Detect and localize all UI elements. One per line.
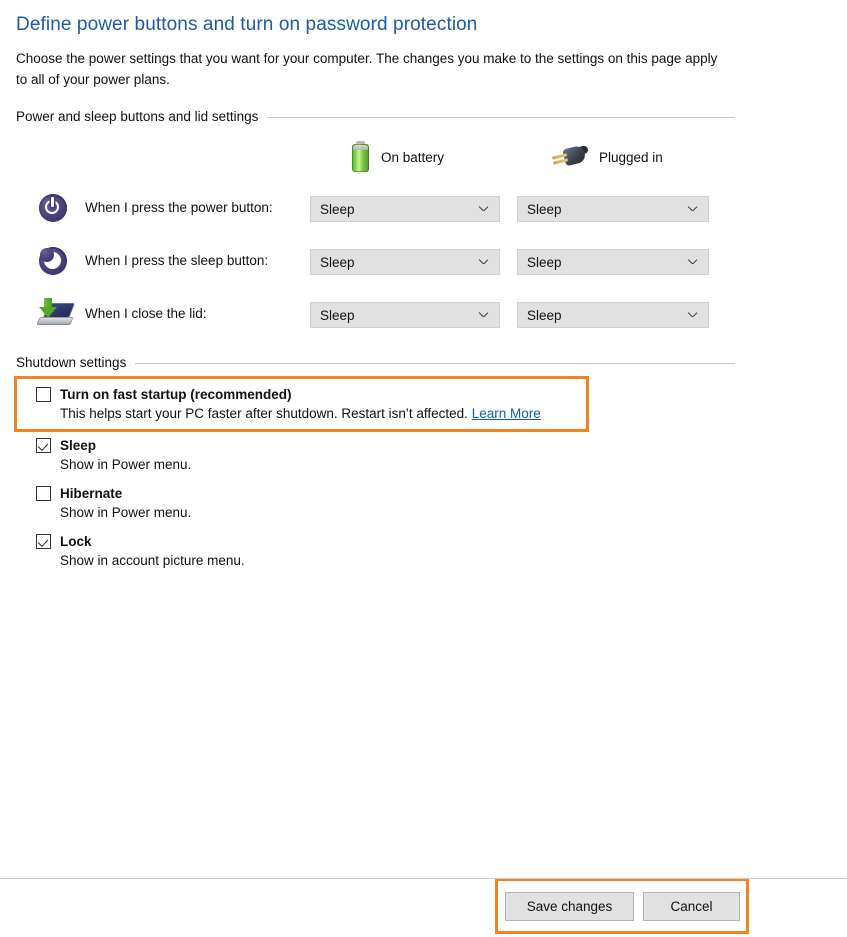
cancel-button[interactable]: Cancel xyxy=(643,892,740,921)
dropdown-power-button-plugged-in-value: Sleep xyxy=(527,201,562,217)
dropdown-sleep-button-on-battery-value: Sleep xyxy=(320,254,355,270)
dropdown-power-button-on-battery-value: Sleep xyxy=(320,201,355,217)
checkbox-sleep[interactable] xyxy=(36,437,51,453)
chevron-down-icon xyxy=(479,259,488,264)
dropdown-power-button-on-battery[interactable]: Sleep xyxy=(310,196,500,222)
option-lock-description: Show in account picture menu. xyxy=(60,553,245,568)
page-title: Define power buttons and turn on passwor… xyxy=(16,14,478,35)
section-header-power-and-sleep-label: Power and sleep buttons and lid settings xyxy=(16,109,259,124)
checkbox-lock[interactable] xyxy=(36,533,51,549)
dropdown-close-lid-on-battery[interactable]: Sleep xyxy=(310,302,500,328)
chevron-down-icon xyxy=(688,259,697,264)
section-divider-line xyxy=(135,363,735,364)
chevron-down-icon xyxy=(479,206,488,211)
page-description: Choose the power settings that you want … xyxy=(16,51,718,87)
setting-row-close-lid-label: When I close the lid: xyxy=(85,306,207,321)
column-header-plugged-in-label: Plugged in xyxy=(599,149,663,165)
option-turn-on-fast-startup-description-text: This helps start your PC faster after sh… xyxy=(60,406,468,421)
save-changes-button[interactable]: Save changes xyxy=(505,892,634,921)
dropdown-sleep-button-plugged-in[interactable]: Sleep xyxy=(517,249,709,275)
option-hibernate: Hibernate Show in Power menu. xyxy=(36,484,191,520)
option-sleep-description: Show in Power menu. xyxy=(60,457,192,472)
option-hibernate-title: Hibernate xyxy=(60,485,123,501)
setting-row-power-button: When I press the power button: Sleep Sle… xyxy=(16,190,735,228)
option-hibernate-head: Hibernate xyxy=(36,484,191,502)
plug-icon xyxy=(551,144,589,170)
footer-divider xyxy=(0,878,847,879)
setting-row-close-lid: When I close the lid: Sleep Sleep xyxy=(16,296,735,334)
column-header-on-battery-label: On battery xyxy=(381,149,445,165)
option-lock-head: Lock xyxy=(36,532,245,550)
dropdown-sleep-button-on-battery[interactable]: Sleep xyxy=(310,249,500,275)
dropdown-close-lid-plugged-in[interactable]: Sleep xyxy=(517,302,709,328)
battery-icon xyxy=(352,141,369,173)
setting-row-sleep-button: When I press the sleep button: Sleep Sle… xyxy=(16,243,735,281)
checkbox-hibernate[interactable] xyxy=(36,485,51,501)
chevron-down-icon xyxy=(688,312,697,317)
option-turn-on-fast-startup-description: This helps start your PC faster after sh… xyxy=(60,406,541,421)
option-sleep-title: Sleep xyxy=(60,437,97,453)
option-turn-on-fast-startup-title: Turn on fast startup (recommended) xyxy=(60,386,292,402)
dropdown-sleep-button-plugged-in-value: Sleep xyxy=(527,254,562,270)
section-header-shutdown-settings-label: Shutdown settings xyxy=(16,355,127,370)
section-header-shutdown-settings: Shutdown settings xyxy=(16,355,735,370)
section-header-power-and-sleep: Power and sleep buttons and lid settings xyxy=(16,109,735,124)
column-header-plugged-in: Plugged in xyxy=(551,140,663,174)
option-turn-on-fast-startup-head: Turn on fast startup (recommended) xyxy=(36,385,541,403)
learn-more-link[interactable]: Learn More xyxy=(472,406,541,421)
chevron-down-icon xyxy=(479,312,488,317)
option-sleep-head: Sleep xyxy=(36,436,191,454)
option-lock-title: Lock xyxy=(60,533,92,549)
option-turn-on-fast-startup: Turn on fast startup (recommended) This … xyxy=(36,385,541,421)
section-divider-line xyxy=(267,117,735,118)
sleep-button-icon xyxy=(35,243,73,281)
dropdown-close-lid-on-battery-value: Sleep xyxy=(320,307,355,323)
column-header-on-battery: On battery xyxy=(352,140,444,174)
dropdown-power-button-plugged-in[interactable]: Sleep xyxy=(517,196,709,222)
option-lock: Lock Show in account picture menu. xyxy=(36,532,245,568)
checkbox-turn-on-fast-startup[interactable] xyxy=(36,386,51,402)
chevron-down-icon xyxy=(688,206,697,211)
option-hibernate-description: Show in Power menu. xyxy=(60,505,192,520)
dropdown-close-lid-plugged-in-value: Sleep xyxy=(527,307,562,323)
power-button-icon xyxy=(35,190,73,228)
close-lid-icon xyxy=(35,296,76,334)
setting-row-power-button-label: When I press the power button: xyxy=(85,200,273,215)
option-sleep: Sleep Show in Power menu. xyxy=(36,436,191,472)
setting-row-sleep-button-label: When I press the sleep button: xyxy=(85,253,269,268)
